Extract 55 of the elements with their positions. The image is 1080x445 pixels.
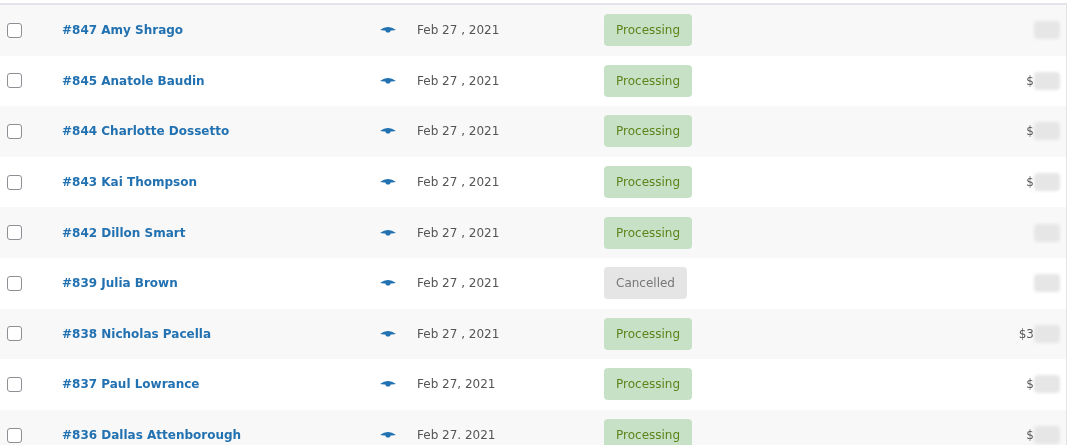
redacted-amount <box>1034 375 1060 394</box>
order-date: Feb 27 , 2021 <box>417 22 501 40</box>
order-total: $3 <box>1018 325 1034 343</box>
status-label: Processing <box>604 216 693 249</box>
status-label: Processing <box>604 115 693 148</box>
order-link[interactable]: #843 Kai Thompson <box>62 173 380 192</box>
row-checkbox[interactable] <box>7 225 22 241</box>
order-date: Feb 27 , 2021 <box>417 275 501 293</box>
redacted-amount <box>1034 71 1060 90</box>
order-total: $ <box>1026 427 1034 445</box>
eye-icon[interactable] <box>380 380 396 389</box>
order-link[interactable]: #847 Amy Shrago <box>62 21 380 40</box>
status-label: Processing <box>604 14 693 47</box>
order-total: $ <box>1026 72 1034 90</box>
order-date: Feb 27 , 2021 <box>417 123 501 141</box>
eye-icon[interactable] <box>380 127 396 136</box>
eye-icon[interactable] <box>380 178 396 187</box>
row-checkbox[interactable] <box>7 73 22 89</box>
order-total: $ <box>1026 174 1034 192</box>
order-total: $ <box>1026 376 1034 394</box>
status-label: Processing <box>604 317 693 350</box>
order-date: Feb 27 , 2021 <box>417 325 501 343</box>
row-checkbox[interactable] <box>7 427 22 443</box>
order-link[interactable]: #844 Charlotte Dossetto <box>62 122 380 141</box>
redacted-amount <box>1034 173 1060 192</box>
row-checkbox[interactable] <box>7 124 22 139</box>
eye-icon[interactable] <box>380 329 396 338</box>
order-date: Feb 27. 2021 <box>417 427 497 445</box>
status-label: Processing <box>604 368 693 401</box>
status-label: Processing <box>604 64 693 97</box>
eye-icon[interactable] <box>380 26 396 35</box>
status-label: Processing <box>604 419 693 445</box>
eye-icon[interactable] <box>380 279 396 288</box>
order-link[interactable]: #839 Julia Brown <box>62 274 380 293</box>
row-checkbox[interactable] <box>7 326 22 342</box>
eye-icon[interactable] <box>380 228 396 237</box>
eye-icon[interactable] <box>380 431 396 440</box>
order-link[interactable]: #837 Paul Lowrance <box>62 375 380 394</box>
order-total: $ <box>1026 123 1034 141</box>
row-checkbox[interactable] <box>7 174 22 190</box>
order-date: Feb 27 , 2021 <box>417 72 501 90</box>
eye-icon[interactable] <box>380 76 396 85</box>
order-link[interactable]: #845 Anatole Baudin <box>62 71 380 90</box>
order-link[interactable]: #838 Nicholas Pacella <box>62 324 380 343</box>
status-label: Cancelled <box>604 267 687 300</box>
status-label: Processing <box>604 166 693 199</box>
order-date: Feb 27 , 2021 <box>417 224 501 242</box>
row-checkbox[interactable] <box>7 275 22 291</box>
order-date: Feb 27 , 2021 <box>417 174 501 192</box>
row-checkbox[interactable] <box>7 22 22 38</box>
redacted-amount <box>1034 274 1060 293</box>
order-link[interactable]: #842 Dillon Smart <box>62 223 380 242</box>
order-date: Feb 27, 2021 <box>417 376 497 394</box>
row-checkbox[interactable] <box>7 376 22 392</box>
order-link[interactable]: #836 Dallas Attenborough <box>62 426 380 445</box>
